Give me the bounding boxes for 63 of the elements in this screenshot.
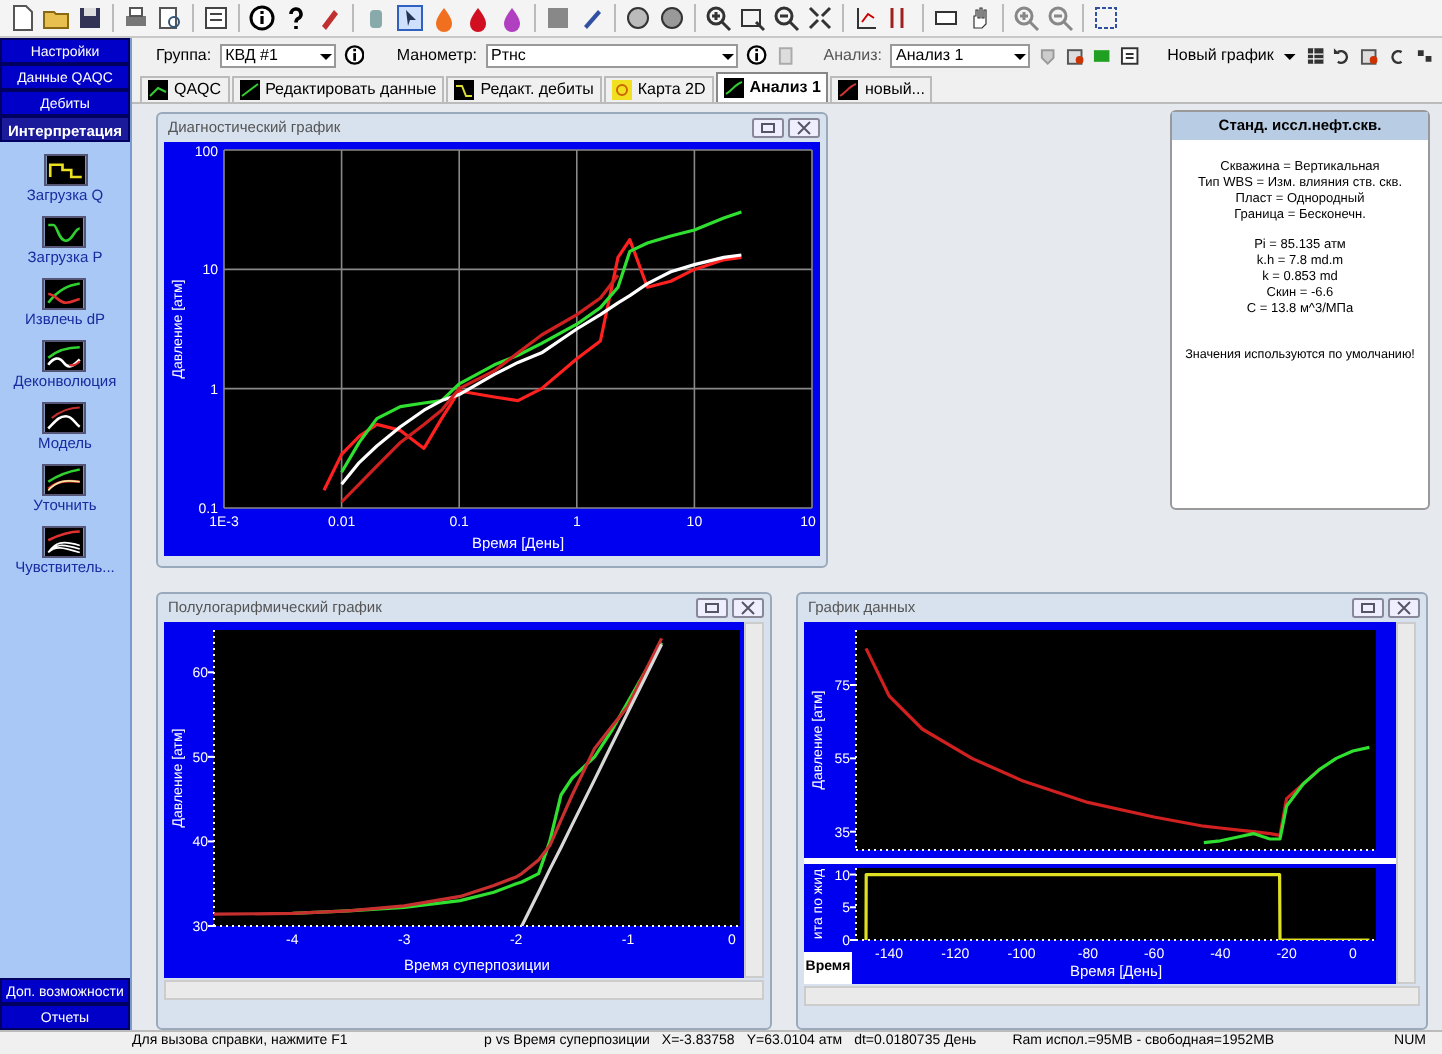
close-icon[interactable] <box>732 598 764 618</box>
tab[interactable]: новый... <box>830 76 933 102</box>
zoom-out-icon[interactable] <box>772 4 800 32</box>
horizontal-scrollbar[interactable] <box>164 980 764 1000</box>
combo-value: Pтнс <box>491 43 526 67</box>
curve-chart-icon[interactable] <box>43 154 87 186</box>
field-label: Манометр: <box>396 43 478 67</box>
vertical-scrollbar[interactable] <box>744 622 764 978</box>
tab[interactable]: Карта 2D <box>603 76 714 102</box>
drop-icon[interactable] <box>498 4 526 32</box>
field-label: Анализ: <box>823 43 883 67</box>
restore-icon[interactable] <box>752 118 784 138</box>
chart-icon <box>454 80 475 100</box>
chart-icon <box>239 80 260 100</box>
table-icon[interactable] <box>1119 45 1140 65</box>
close-icon[interactable] <box>1388 598 1420 618</box>
combo-box[interactable]: КВД #1 <box>219 43 336 67</box>
curve-chart-icon[interactable] <box>42 278 87 310</box>
fit-icon[interactable] <box>1092 4 1120 32</box>
curve-chart-icon[interactable] <box>42 340 87 372</box>
save-icon[interactable] <box>76 4 104 32</box>
curve-chart-icon[interactable] <box>42 402 87 434</box>
pen-icon[interactable] <box>578 4 606 32</box>
tab[interactable]: Редакт. дебиты <box>446 76 602 102</box>
info-icon[interactable] <box>248 4 276 32</box>
info-icon[interactable] <box>746 44 769 66</box>
new-file-icon[interactable] <box>8 4 36 32</box>
chart-icon <box>838 80 859 100</box>
chart-icon <box>723 78 744 98</box>
combo-value: КВД #1 <box>225 43 278 67</box>
print-icon[interactable] <box>122 4 150 32</box>
info-icon[interactable] <box>343 44 365 66</box>
chart-icon <box>148 80 168 100</box>
tab[interactable]: Анализ 1 <box>715 72 829 102</box>
drop-icon[interactable] <box>464 4 492 32</box>
marker-icon[interactable] <box>316 4 344 32</box>
zoom-in-icon[interactable] <box>704 4 732 32</box>
curve-chart-icon[interactable] <box>42 216 87 248</box>
copy-icon[interactable] <box>1065 45 1085 65</box>
restore-icon[interactable] <box>1352 598 1384 618</box>
refresh-icon[interactable] <box>1387 45 1407 65</box>
chart-icon <box>611 80 632 100</box>
tab[interactable]: Редактировать данные <box>231 76 445 102</box>
tab[interactable]: QAQC <box>140 76 230 102</box>
close-icon[interactable] <box>788 118 820 138</box>
vertical-scrollbar[interactable] <box>1396 622 1416 984</box>
zoom-area-icon[interactable] <box>738 4 766 32</box>
print-preview-icon[interactable] <box>156 4 184 32</box>
combo-value: Анализ 1 <box>896 43 964 67</box>
curve-chart-icon[interactable] <box>42 526 87 558</box>
copy-icon[interactable] <box>1360 45 1380 65</box>
pointer-icon[interactable] <box>396 4 424 32</box>
combo-box[interactable]: Pтнс <box>485 43 739 67</box>
field-label: Группа: <box>156 43 212 67</box>
zoom-fit-icon[interactable] <box>806 4 834 32</box>
curve-chart-icon[interactable] <box>42 464 87 496</box>
restore-icon[interactable] <box>696 598 728 618</box>
horizontal-scrollbar[interactable] <box>804 986 1420 1006</box>
undo-icon[interactable] <box>1332 45 1353 65</box>
document-icon[interactable] <box>202 4 230 32</box>
new-chart-button[interactable]: Новый график <box>1167 43 1274 67</box>
axis-icon[interactable] <box>852 4 880 32</box>
combo-box[interactable]: Анализ 1 <box>890 43 1030 67</box>
